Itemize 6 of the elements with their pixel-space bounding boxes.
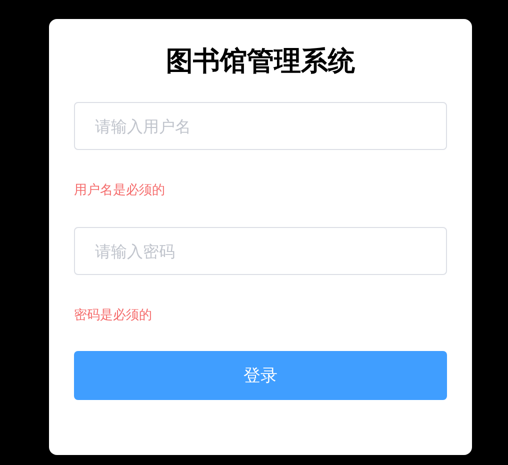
page-title: 图书馆管理系统 [165,45,356,79]
error-message: 密码是必须的 [74,308,153,324]
input-field[interactable]: 请输入用户名 [74,102,447,150]
login-button[interactable]: 登录 [74,351,447,400]
error-message: 用户名是必须的 [74,183,166,199]
input-field[interactable]: 请输入密码 [74,227,447,275]
